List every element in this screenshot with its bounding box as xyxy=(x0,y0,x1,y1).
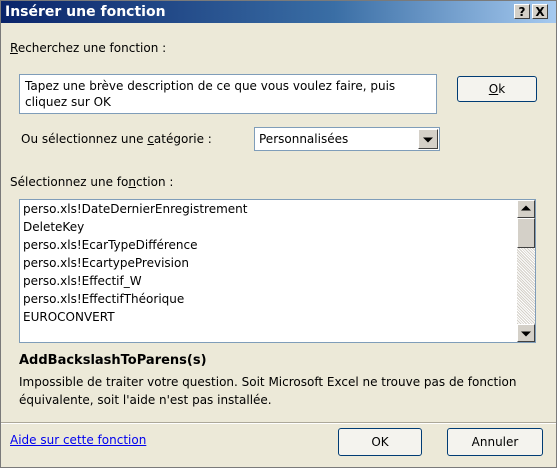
search-ok-button[interactable]: Ok xyxy=(457,76,537,102)
category-select[interactable]: Personnalisées xyxy=(254,127,440,151)
category-dropdown-button[interactable] xyxy=(418,129,438,149)
chevron-up-icon xyxy=(521,205,531,211)
category-label: Ou sélectionnez une catégorie : xyxy=(21,132,212,146)
cancel-button[interactable]: Annuler xyxy=(447,428,543,456)
dialog-title: Insérer une fonction xyxy=(5,4,166,20)
list-item[interactable]: perso.xls!EcarTypeDifférence xyxy=(20,236,198,254)
search-input[interactable]: Tapez une brève description de ce que vo… xyxy=(19,74,437,114)
function-signature: AddBackslashToParens(s) xyxy=(19,353,207,368)
list-item[interactable]: DeleteKey xyxy=(20,218,84,236)
list-item[interactable]: perso.xls!EffectifThéorique xyxy=(20,290,184,308)
list-scrollbar[interactable] xyxy=(517,200,535,342)
scroll-thumb[interactable] xyxy=(517,218,535,248)
ok-button[interactable]: OK xyxy=(338,428,422,456)
list-item[interactable]: EUROCONVERT xyxy=(20,308,115,326)
function-list-label: Sélectionnez une fonction : xyxy=(10,175,174,189)
list-item[interactable]: perso.xls!EcartypePrevision xyxy=(20,254,189,272)
scroll-down-button[interactable] xyxy=(517,324,535,342)
insert-function-dialog: Insérer une fonction ? X Recherchez une … xyxy=(0,0,557,468)
list-item[interactable]: perso.xls!DateDernierEnregistrement xyxy=(20,200,248,218)
search-label: Recherchez une fonction : xyxy=(10,41,167,55)
list-item[interactable]: perso.xls!Effectif_W xyxy=(20,272,142,290)
chevron-down-icon xyxy=(423,137,433,143)
chevron-down-icon xyxy=(521,331,531,337)
divider xyxy=(1,422,556,424)
close-button[interactable]: X xyxy=(532,4,548,19)
scroll-up-button[interactable] xyxy=(517,200,535,218)
function-list[interactable]: perso.xls!DateDernierEnregistrement Dele… xyxy=(19,199,536,343)
title-bar[interactable]: Insérer une fonction ? X xyxy=(1,1,556,23)
help-button[interactable]: ? xyxy=(514,4,530,19)
category-selected-value: Personnalisées xyxy=(259,132,349,146)
help-link[interactable]: Aide sur cette fonction xyxy=(10,433,146,447)
function-description: Impossible de traiter votre question. So… xyxy=(19,375,517,407)
